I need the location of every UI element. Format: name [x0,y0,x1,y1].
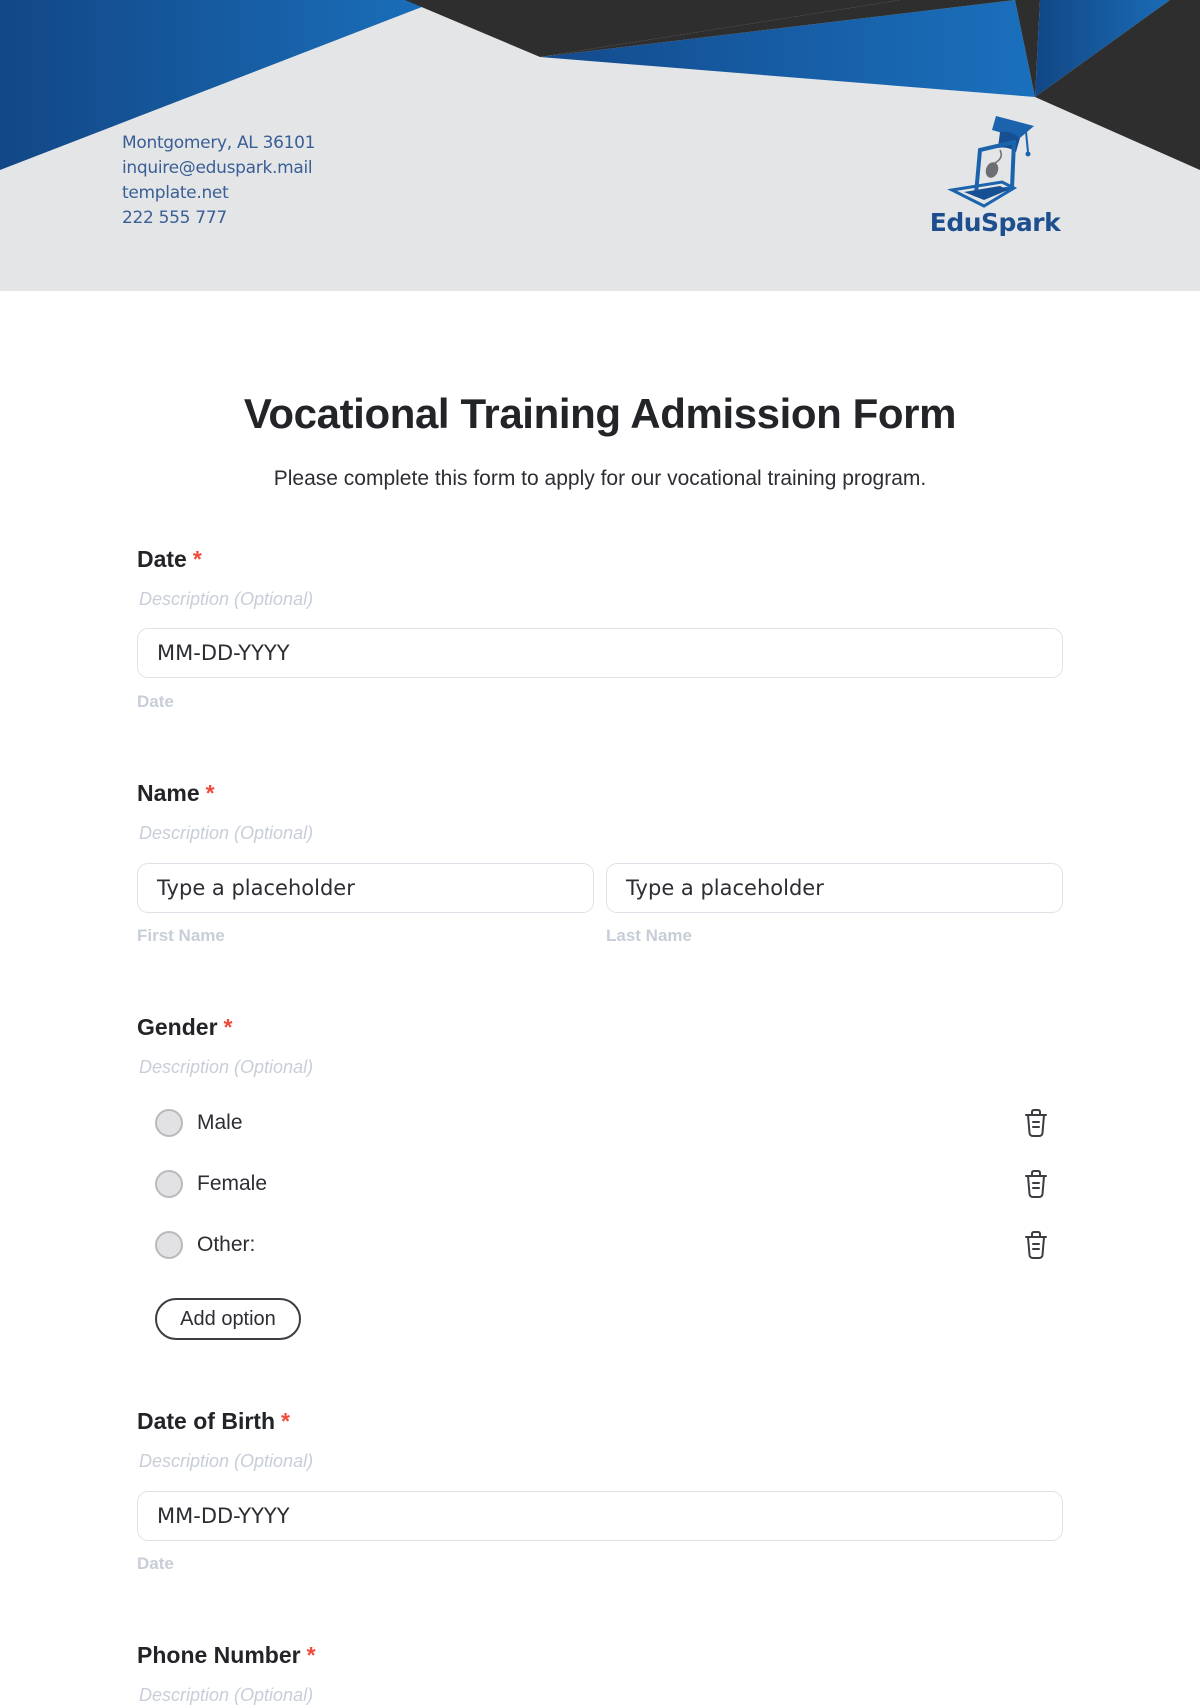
laptop-graduation-cap-icon [947,116,1034,208]
phone-label: Phone Number * [137,1642,316,1669]
option-label[interactable]: Male [197,1111,243,1135]
form-subtitle: Please complete this form to apply for o… [273,467,927,490]
last-name-sublabel: Last Name [606,926,692,945]
gender-field: Gender * Description (Optional) Male Fema… [137,1014,1063,1354]
last-name-input[interactable]: Type a placeholder [606,863,1063,913]
gender-description[interactable]: Description (Optional) [139,1057,313,1078]
trash-icon[interactable] [1021,1107,1051,1139]
name-label-text: Name [137,780,200,806]
gender-option-other: Other: [155,1229,1063,1263]
required-marker: * [205,780,215,806]
contact-address: Montgomery, AL 36101 [122,133,316,153]
dob-label-text: Date of Birth [137,1408,275,1434]
contact-email: inquire@eduspark.mail [122,158,313,178]
dob-sublabel: Date [137,1554,174,1573]
dob-field: Date of Birth * Description (Optional) MM… [137,1408,1063,1573]
gender-option-male: Male [155,1107,1063,1141]
brand-name: EduSpark [929,208,1061,237]
date-label: Date * [137,546,202,573]
first-name-input[interactable]: Type a placeholder [137,863,594,913]
name-field: Name * Description (Optional) Type a plac… [137,780,1063,945]
dob-input[interactable]: MM-DD-YYYY [137,1491,1063,1541]
form-title: Vocational Training Admission Form [243,390,957,437]
required-marker: * [306,1642,316,1668]
radio-female[interactable] [155,1170,183,1198]
gender-label-text: Gender [137,1014,218,1040]
eduspark-logo: EduSpark [920,112,1070,242]
date-sublabel: Date [137,692,174,711]
contact-website: template.net [122,183,229,203]
phone-field: Phone Number * Description (Optional) [137,1642,1063,1705]
radio-other[interactable] [155,1231,183,1259]
letterhead-header: Montgomery, AL 36101 inquire@eduspark.ma… [0,0,1200,291]
phone-label-text: Phone Number [137,1642,301,1668]
required-marker: * [223,1014,233,1040]
first-name-sublabel: First Name [137,926,225,945]
date-description[interactable]: Description (Optional) [139,589,313,610]
option-label[interactable]: Other: [197,1233,255,1257]
dob-label: Date of Birth * [137,1408,290,1435]
date-field: Date * Description (Optional) MM-DD-YYYY … [137,546,1063,711]
trash-icon[interactable] [1021,1168,1051,1200]
required-marker: * [192,546,202,572]
date-label-text: Date [137,546,187,572]
name-description[interactable]: Description (Optional) [139,823,313,844]
trash-icon[interactable] [1021,1229,1051,1261]
option-label[interactable]: Female [197,1172,267,1196]
contact-block: Montgomery, AL 36101 inquire@eduspark.ma… [122,131,315,231]
required-marker: * [281,1408,290,1434]
add-option-button[interactable]: Add option [155,1298,301,1340]
gender-label: Gender * [137,1014,232,1041]
dob-description[interactable]: Description (Optional) [139,1451,313,1472]
date-input[interactable]: MM-DD-YYYY [137,628,1063,678]
radio-male[interactable] [155,1109,183,1137]
phone-description[interactable]: Description (Optional) [139,1685,313,1706]
name-label: Name * [137,780,215,807]
gender-option-female: Female [155,1168,1063,1202]
contact-phone: 222 555 777 [122,208,227,228]
